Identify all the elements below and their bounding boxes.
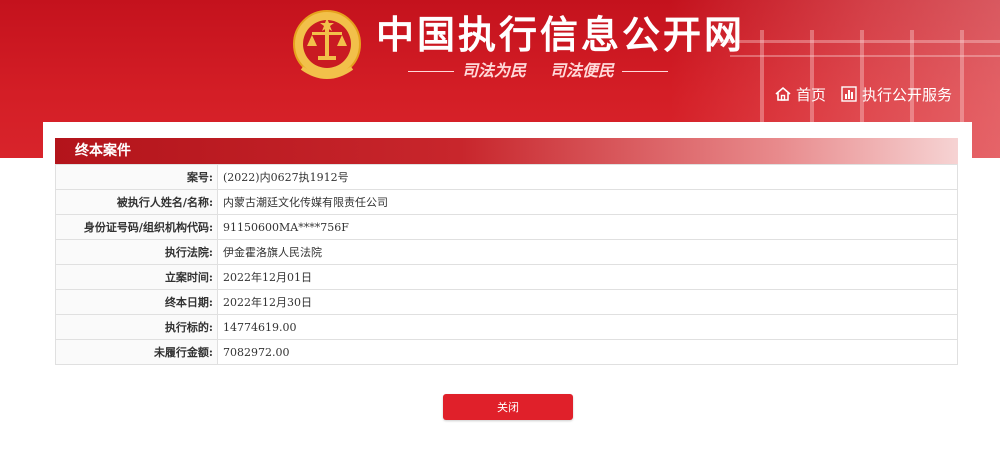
court-emblem-icon (293, 10, 361, 79)
row-value: 14774619.00 (217, 314, 958, 340)
row-label: 身份证号码/组织机构代码: (55, 214, 218, 240)
top-nav: 首页 执行公开服务 (774, 80, 952, 108)
table-row: 执行法院: 伊金霍洛旗人民法院 (55, 239, 958, 265)
slogan: 司法为民 司法便民 (400, 58, 676, 84)
row-label: 未履行金额: (55, 339, 218, 365)
nav-execution-service-label: 执行公开服务 (861, 85, 952, 104)
row-value: (2022)内0627执1912号 (217, 164, 958, 190)
row-label: 执行法院: (55, 239, 218, 265)
panel-title: 终本案件 (55, 138, 958, 164)
nav-home[interactable]: 首页 (774, 84, 826, 105)
row-value: 91150600MA****756F (217, 214, 958, 240)
table-row: 身份证号码/组织机构代码: 91150600MA****756F (55, 214, 958, 240)
table-row: 案号: (2022)内0627执1912号 (55, 164, 958, 190)
nav-execution-service[interactable]: 执行公开服务 (840, 84, 952, 105)
row-label: 被执行人姓名/名称: (55, 189, 218, 215)
row-label: 执行标的: (55, 314, 218, 340)
row-value: 7082972.00 (217, 339, 958, 365)
row-label: 立案时间: (55, 264, 218, 290)
home-icon (775, 86, 791, 101)
table-row: 未履行金额: 7082972.00 (55, 339, 958, 365)
table-row: 终本日期: 2022年12月30日 (55, 289, 958, 315)
site-title: 中国执行信息公开网 (376, 13, 746, 57)
row-value: 内蒙古潮廷文化传媒有限责任公司 (217, 189, 958, 215)
slogan-right: 司法便民 (550, 61, 615, 80)
row-value: 2022年12月30日 (217, 289, 958, 315)
nav-home-label: 首页 (795, 85, 826, 104)
case-info-table: 案号: (2022)内0627执1912号 被执行人姓名/名称: 内蒙古潮廷文化… (55, 164, 958, 365)
row-value: 伊金霍洛旗人民法院 (217, 239, 958, 265)
row-label: 终本日期: (55, 289, 218, 315)
table-row: 执行标的: 14774619.00 (55, 314, 958, 340)
slogan-left: 司法为民 (462, 61, 527, 80)
close-button[interactable]: 关闭 (443, 394, 573, 420)
row-label: 案号: (55, 164, 218, 190)
table-row: 立案时间: 2022年12月01日 (55, 264, 958, 290)
row-value: 2022年12月01日 (217, 264, 958, 290)
table-row: 被执行人姓名/名称: 内蒙古潮廷文化传媒有限责任公司 (55, 189, 958, 215)
chart-bars-icon (841, 86, 857, 102)
